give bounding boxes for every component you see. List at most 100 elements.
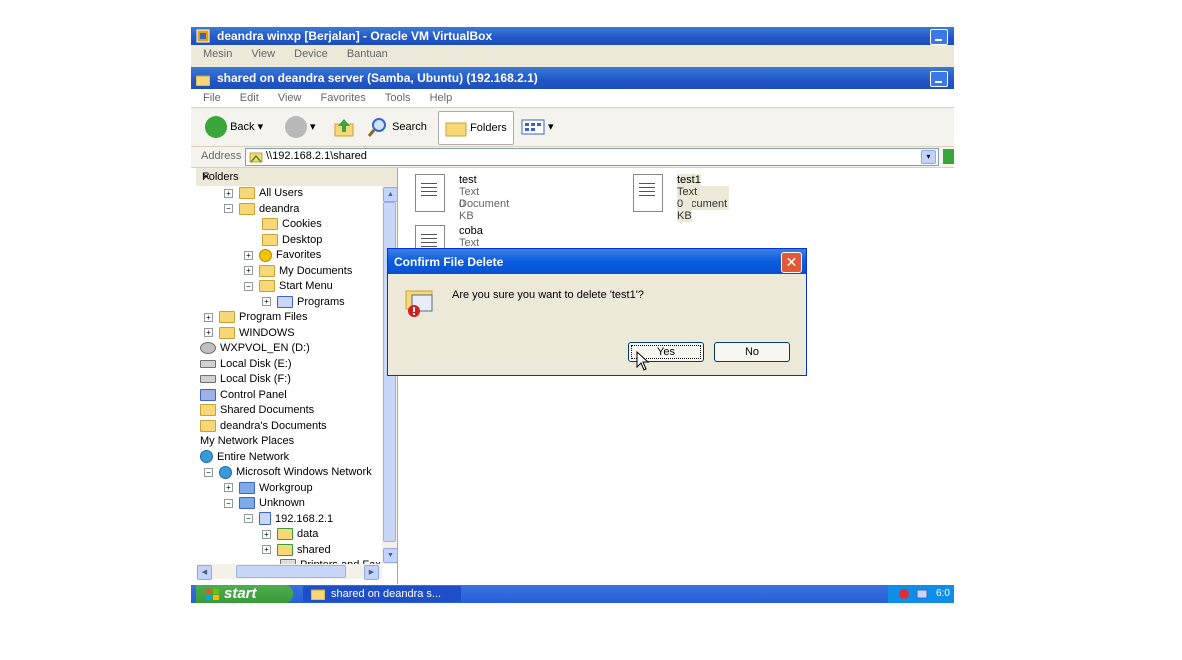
tree-item-label: My Documents xyxy=(279,264,353,277)
tree-item[interactable]: Control Panel xyxy=(200,388,287,403)
tree-item-label: Desktop xyxy=(282,233,323,246)
folder-icon xyxy=(262,233,282,246)
go-button[interactable] xyxy=(943,149,954,164)
tree-item[interactable]: + Program Files xyxy=(204,310,307,325)
menu-mesin[interactable]: Mesin xyxy=(203,48,232,60)
scroll-up-button[interactable]: ▲ xyxy=(383,187,398,202)
explorer-titlebar[interactable]: shared on deandra server (Samba, Ubuntu)… xyxy=(191,67,954,89)
folder-icon xyxy=(200,404,220,417)
menu-favorites[interactable]: Favorites xyxy=(321,92,366,104)
views-button[interactable]: ▾ xyxy=(521,114,554,140)
tray-network-icon[interactable] xyxy=(916,588,928,603)
tree-expander-icon[interactable]: + xyxy=(204,328,213,338)
explorer-minimize-button[interactable] xyxy=(930,71,948,87)
tree-expander-icon[interactable]: − xyxy=(244,281,253,291)
forward-button[interactable]: ▾ xyxy=(285,114,316,140)
scroll-left-button[interactable]: ◀ xyxy=(197,565,212,580)
dialog-close-button[interactable]: ✕ xyxy=(781,252,802,273)
tree-item[interactable]: + My Documents xyxy=(244,264,352,279)
menu-edit[interactable]: Edit xyxy=(240,92,259,104)
tree-item[interactable]: deandra's Documents xyxy=(200,419,327,434)
tree-item[interactable]: Cookies xyxy=(262,217,322,232)
explorer-toolbar: Back ▾ ▾ Search Folders ▾ xyxy=(191,108,954,147)
address-input[interactable]: \\192.168.2.1\shared ▾ xyxy=(245,148,939,166)
disk-icon xyxy=(200,358,220,370)
share-icon xyxy=(277,528,297,541)
search-button[interactable]: Search xyxy=(367,114,427,140)
clock[interactable]: 6:0 xyxy=(936,585,950,603)
hscroll-thumb[interactable] xyxy=(236,565,346,578)
folder-icon xyxy=(219,326,239,339)
virtualbox-titlebar[interactable]: deandra winxp [Berjalan] - Oracle VM Vir… xyxy=(191,27,954,45)
windows-logo-icon xyxy=(206,588,220,603)
tree-item[interactable]: + WINDOWS xyxy=(204,326,295,341)
folders-pane: Folders × + All Users − deandra Cookies Deskt… xyxy=(196,168,398,584)
tree-item[interactable]: WXPVOL_EN (D:) xyxy=(200,341,310,356)
tree-item[interactable]: + data xyxy=(262,527,318,542)
tree-item-label: Control Panel xyxy=(220,388,287,401)
tree-item[interactable]: + Favorites xyxy=(244,248,321,263)
menu-view[interactable]: View xyxy=(251,48,275,60)
globe-icon xyxy=(200,450,217,464)
tree-item[interactable]: + Programs xyxy=(262,295,345,310)
tree-item[interactable]: + shared xyxy=(262,543,331,558)
tree-item[interactable]: − Start Menu xyxy=(244,279,333,294)
menu-device[interactable]: Device xyxy=(294,48,328,60)
menu-bantuan[interactable]: Bantuan xyxy=(347,48,388,60)
network-icon xyxy=(239,497,259,510)
tree-expander-icon[interactable]: + xyxy=(204,312,213,322)
tree-expander-icon[interactable]: + xyxy=(262,297,271,307)
tree-item[interactable]: Shared Documents xyxy=(200,403,314,418)
tree-item[interactable]: Desktop xyxy=(262,233,322,248)
tray-shield-icon[interactable] xyxy=(898,588,910,603)
dialog-titlebar[interactable]: Confirm File Delete ✕ xyxy=(388,249,806,274)
folders-button[interactable]: Folders xyxy=(438,111,514,145)
tree-item[interactable]: − Unknown xyxy=(224,496,305,511)
globe-icon xyxy=(219,465,236,479)
tree-expander-icon[interactable]: + xyxy=(224,188,233,198)
tree-item[interactable]: − 192.168.2.1 xyxy=(244,512,333,527)
address-dropdown-button[interactable]: ▾ xyxy=(921,150,936,164)
virtualbox-minimize-button[interactable] xyxy=(930,29,948,45)
menu-view[interactable]: View xyxy=(278,92,302,104)
control-icon xyxy=(200,388,220,401)
tree-expander-icon[interactable]: − xyxy=(204,467,213,477)
tree-item[interactable]: Entire Network xyxy=(200,450,289,465)
tree-item-label: deandra xyxy=(259,202,300,215)
no-button[interactable]: No xyxy=(714,342,790,362)
menu-file[interactable]: File xyxy=(203,92,221,104)
tree-expander-icon[interactable]: + xyxy=(244,250,253,260)
tree-expander-icon[interactable]: + xyxy=(262,529,271,539)
scroll-right-button[interactable]: ▶ xyxy=(364,565,379,580)
tree-item[interactable]: Local Disk (F:) xyxy=(200,372,291,387)
tree-item-label: WINDOWS xyxy=(239,326,295,339)
up-folder-button[interactable] xyxy=(333,114,355,140)
folder-icon xyxy=(239,187,259,200)
tree-item[interactable]: − deandra xyxy=(224,202,299,217)
tree-expander-icon[interactable]: + xyxy=(224,483,233,493)
tree-expander-icon[interactable]: − xyxy=(224,204,233,214)
folders-pane-header: Folders × xyxy=(196,168,397,186)
close-icon[interactable]: × xyxy=(202,168,389,184)
tree-item[interactable]: Local Disk (E:) xyxy=(200,357,292,372)
back-button[interactable]: Back ▾ xyxy=(205,114,263,140)
scroll-down-button[interactable]: ▼ xyxy=(383,548,398,563)
start-button[interactable]: start xyxy=(196,585,293,603)
network-icon xyxy=(239,481,259,494)
tree-expander-icon[interactable]: − xyxy=(244,514,253,524)
tree-item[interactable]: + All Users xyxy=(224,186,303,201)
address-value: \\192.168.2.1\shared xyxy=(266,150,367,162)
taskbar-item-explorer[interactable]: shared on deandra s... xyxy=(303,586,461,602)
menu-help[interactable]: Help xyxy=(430,92,453,104)
tree-expander-icon[interactable]: + xyxy=(262,545,271,555)
tree-item[interactable]: + Workgroup xyxy=(224,481,313,496)
tree-item-label: Local Disk (E:) xyxy=(220,357,292,370)
network-share-icon xyxy=(249,150,263,166)
tree-expander-icon[interactable]: + xyxy=(244,266,253,276)
tree-expander-icon[interactable]: − xyxy=(224,498,233,508)
tree-item[interactable]: My Network Places xyxy=(200,434,294,449)
menu-tools[interactable]: Tools xyxy=(385,92,411,104)
tree-item[interactable]: − Microsoft Windows Network xyxy=(204,465,372,480)
dialog-message: Are you sure you want to delete 'test1'? xyxy=(452,289,644,301)
folders-horizontal-scrollbar[interactable]: ◀ ▶ xyxy=(196,564,382,580)
